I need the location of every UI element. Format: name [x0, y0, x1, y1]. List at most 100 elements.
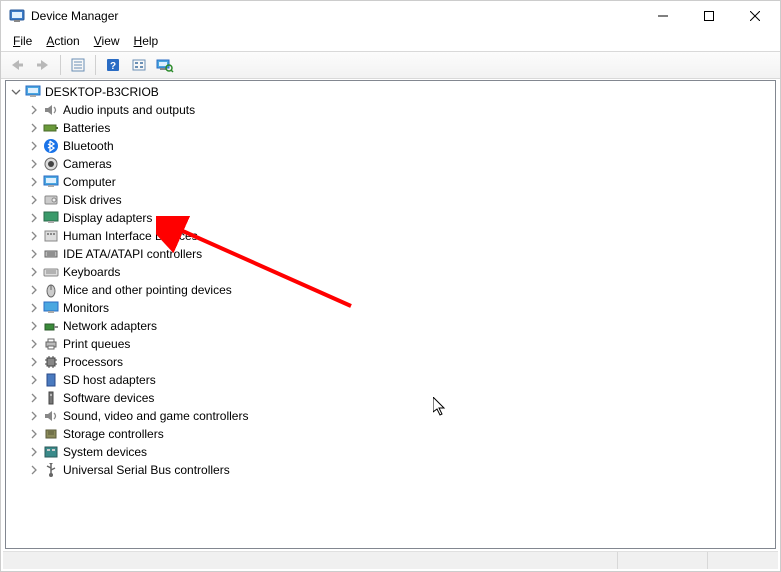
properties-toolbar-button[interactable]	[66, 54, 90, 76]
toolbar-separator	[95, 55, 96, 75]
tree-node-label: Display adapters	[63, 211, 152, 225]
chevron-right-icon[interactable]	[28, 356, 40, 368]
chevron-right-icon[interactable]	[28, 248, 40, 260]
toolbar-separator	[60, 55, 61, 75]
display-icon	[43, 210, 59, 226]
menu-action[interactable]: Action	[40, 33, 85, 49]
chevron-right-icon[interactable]	[28, 428, 40, 440]
menu-view[interactable]: View	[88, 33, 126, 49]
chevron-right-icon[interactable]	[28, 194, 40, 206]
window-controls	[640, 1, 778, 31]
tree-node-label: Human Interface Devices	[63, 229, 198, 243]
monitor-icon	[43, 300, 59, 316]
chevron-right-icon[interactable]	[28, 374, 40, 386]
tree-node-label: Storage controllers	[63, 427, 164, 441]
tree-node-usb-controllers[interactable]: Universal Serial Bus controllers	[6, 461, 775, 479]
chevron-right-icon[interactable]	[28, 284, 40, 296]
computer-icon	[25, 84, 41, 100]
tree-node-print-queues[interactable]: Print queues	[6, 335, 775, 353]
chevron-right-icon[interactable]	[28, 158, 40, 170]
kb-icon	[43, 264, 59, 280]
device-tree[interactable]: DESKTOP-B3CRIOB Audio inputs and outputs…	[5, 80, 776, 549]
tree-node-network-adapters[interactable]: Network adapters	[6, 317, 775, 335]
chevron-down-icon[interactable]	[10, 86, 22, 98]
menu-file[interactable]: FFileile	[7, 33, 38, 49]
menu-help[interactable]: Help	[128, 33, 165, 49]
chevron-right-icon[interactable]	[28, 446, 40, 458]
bt-icon	[43, 138, 59, 154]
tree-node-keyboards[interactable]: Keyboards	[6, 263, 775, 281]
scan-hardware-toolbar-button[interactable]	[153, 54, 177, 76]
tree-node-label: Cameras	[63, 157, 112, 171]
tree-node-display-adapters[interactable]: Display adapters	[6, 209, 775, 227]
net-icon	[43, 318, 59, 334]
tree-node-system-devices[interactable]: System devices	[6, 443, 775, 461]
chevron-right-icon[interactable]	[28, 212, 40, 224]
menubar: FFileile Action View Help	[1, 31, 780, 51]
tree-node-label: Keyboards	[63, 265, 120, 279]
toolbar: ?	[1, 51, 780, 79]
print-icon	[43, 336, 59, 352]
tree-node-human-interface-devices[interactable]: Human Interface Devices	[6, 227, 775, 245]
sys-icon	[43, 444, 59, 460]
tree-node-mice-pointing-devices[interactable]: Mice and other pointing devices	[6, 281, 775, 299]
sd-icon	[43, 372, 59, 388]
tree-node-label: Print queues	[63, 337, 130, 351]
tree-node-processors[interactable]: Processors	[6, 353, 775, 371]
svg-text:?: ?	[110, 61, 116, 72]
tree-node-label: IDE ATA/ATAPI controllers	[63, 247, 202, 261]
maximize-button[interactable]	[686, 1, 732, 31]
tree-node-cameras[interactable]: Cameras	[6, 155, 775, 173]
chevron-right-icon[interactable]	[28, 104, 40, 116]
tree-node-label: Disk drives	[63, 193, 122, 207]
minimize-button[interactable]	[640, 1, 686, 31]
tree-node-label: Processors	[63, 355, 123, 369]
tree-node-label: Audio inputs and outputs	[63, 103, 195, 117]
tree-node-label: Batteries	[63, 121, 110, 135]
tree-node-bluetooth[interactable]: Bluetooth	[6, 137, 775, 155]
tree-root-node[interactable]: DESKTOP-B3CRIOB	[6, 83, 775, 101]
close-button[interactable]	[732, 1, 778, 31]
back-button[interactable]	[5, 54, 29, 76]
chevron-right-icon[interactable]	[28, 122, 40, 134]
chevron-right-icon[interactable]	[28, 392, 40, 404]
chevron-right-icon[interactable]	[28, 320, 40, 332]
tree-node-audio-inputs-outputs[interactable]: Audio inputs and outputs	[6, 101, 775, 119]
tree-node-ide-atapi-controllers[interactable]: IDE ATA/ATAPI controllers	[6, 245, 775, 263]
tree-node-label: Sound, video and game controllers	[63, 409, 248, 423]
tree-node-computer[interactable]: Computer	[6, 173, 775, 191]
ide-icon	[43, 246, 59, 262]
tree-node-storage-controllers[interactable]: Storage controllers	[6, 425, 775, 443]
chevron-right-icon[interactable]	[28, 338, 40, 350]
chevron-right-icon[interactable]	[28, 266, 40, 278]
chevron-right-icon[interactable]	[28, 464, 40, 476]
storage-icon	[43, 426, 59, 442]
status-segment	[3, 552, 618, 569]
pc-icon	[43, 174, 59, 190]
tree-node-label: Network adapters	[63, 319, 157, 333]
tree-root-label: DESKTOP-B3CRIOB	[45, 85, 159, 99]
sound-icon	[43, 408, 59, 424]
chevron-right-icon[interactable]	[28, 230, 40, 242]
audio-icon	[43, 102, 59, 118]
disk-icon	[43, 192, 59, 208]
tree-node-label: Software devices	[63, 391, 154, 405]
chevron-right-icon[interactable]	[28, 410, 40, 422]
chevron-right-icon[interactable]	[28, 140, 40, 152]
tree-node-label: SD host adapters	[63, 373, 156, 387]
tree-node-label: Bluetooth	[63, 139, 114, 153]
tree-node-disk-drives[interactable]: Disk drives	[6, 191, 775, 209]
tree-node-software-devices[interactable]: Software devices	[6, 389, 775, 407]
show-hidden-toolbar-button[interactable]	[127, 54, 151, 76]
tree-node-monitors[interactable]: Monitors	[6, 299, 775, 317]
help-toolbar-button[interactable]: ?	[101, 54, 125, 76]
chevron-right-icon[interactable]	[28, 302, 40, 314]
tree-node-sound-video-game-controllers[interactable]: Sound, video and game controllers	[6, 407, 775, 425]
forward-button[interactable]	[31, 54, 55, 76]
tree-node-batteries[interactable]: Batteries	[6, 119, 775, 137]
sw-icon	[43, 390, 59, 406]
window-title: Device Manager	[31, 9, 640, 23]
status-segment	[618, 552, 708, 569]
tree-node-sd-host-adapters[interactable]: SD host adapters	[6, 371, 775, 389]
chevron-right-icon[interactable]	[28, 176, 40, 188]
